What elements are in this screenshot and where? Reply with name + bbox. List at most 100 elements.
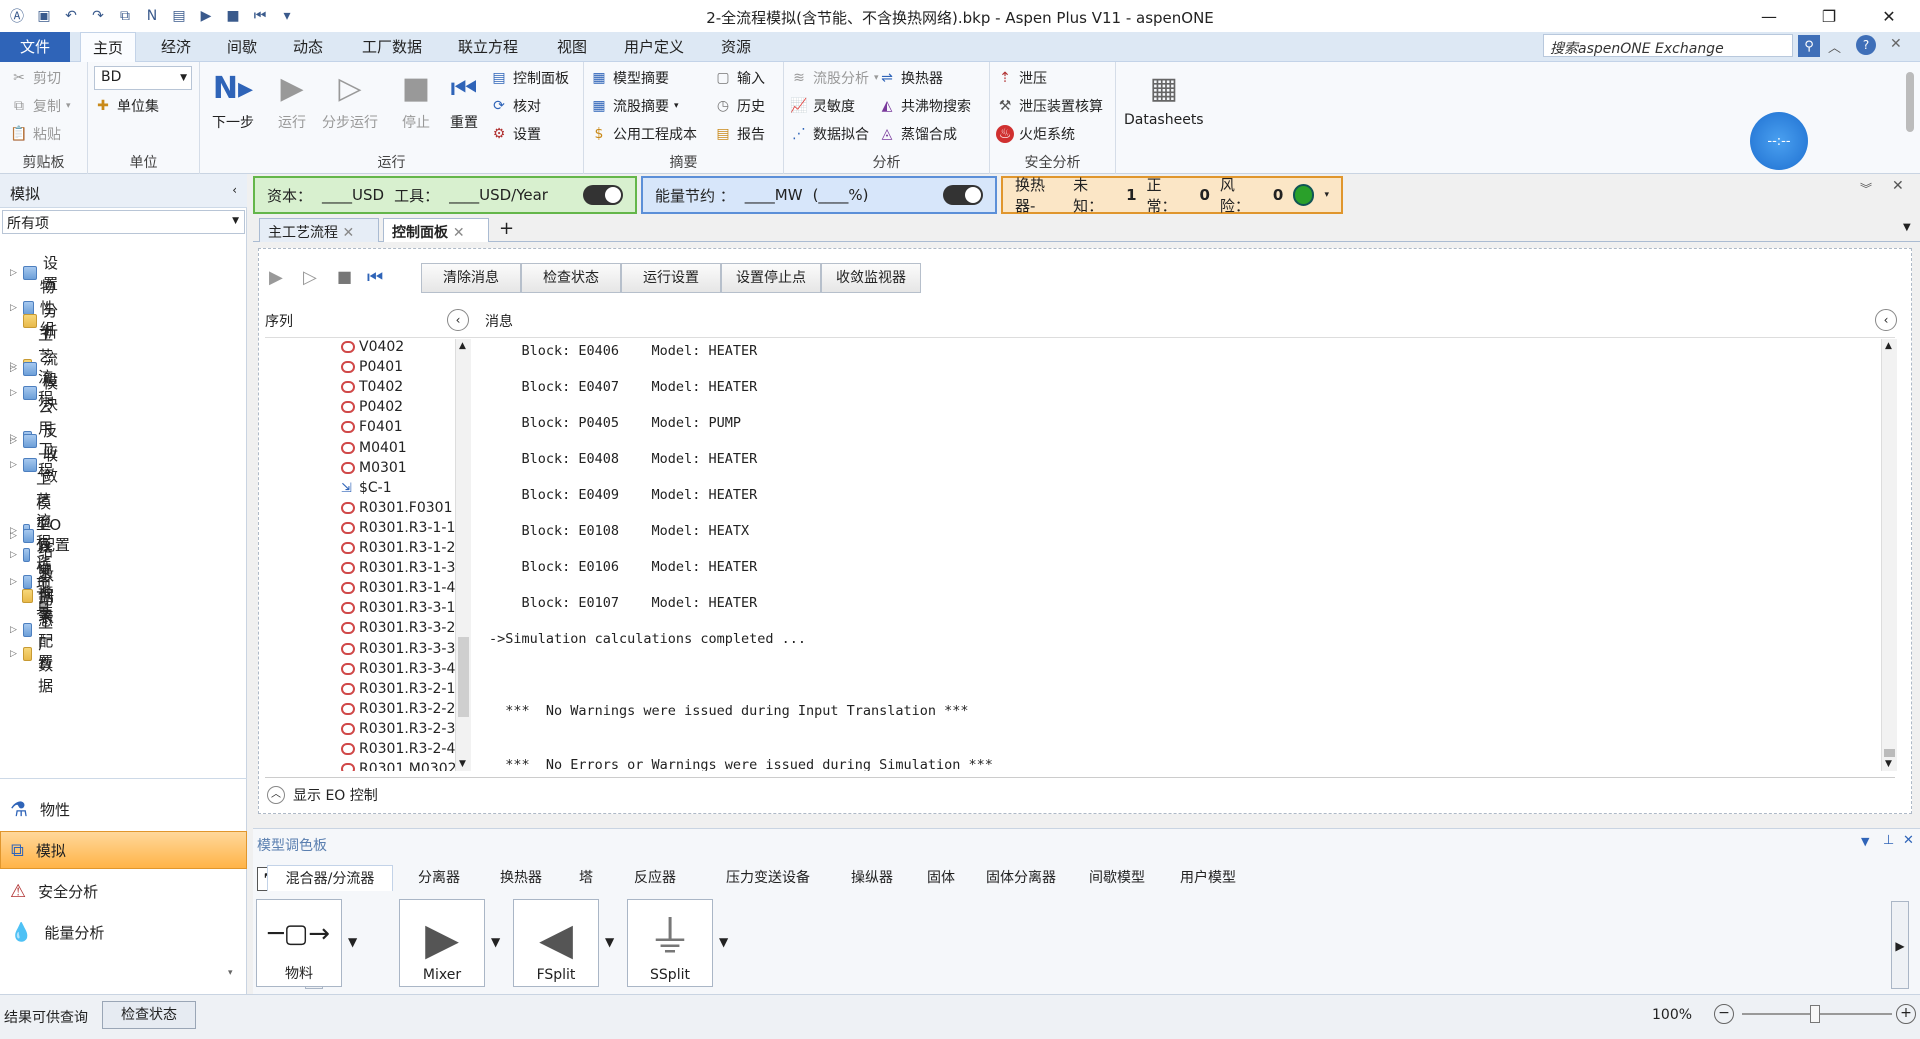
close-button[interactable]: ✕ bbox=[1866, 0, 1912, 32]
palette-tab[interactable]: 换热器 bbox=[485, 865, 557, 891]
stop-icon[interactable]: ■ bbox=[224, 7, 242, 25]
next-icon[interactable]: N bbox=[143, 7, 161, 25]
palette-tab[interactable]: 混合器/分流器 bbox=[267, 865, 393, 891]
sequence-item[interactable]: R0301.R3-3-3 bbox=[341, 641, 455, 657]
nav-properties[interactable]: ⚗ 物性 bbox=[0, 790, 247, 828]
palette-tab[interactable]: 固体 bbox=[919, 865, 963, 891]
tab-main-flowsheet[interactable]: 主工艺流程 ✕ bbox=[259, 218, 379, 242]
redo-icon[interactable]: ↷ bbox=[89, 7, 107, 25]
close-tab-icon[interactable]: ✕ bbox=[342, 225, 354, 241]
palette-menu-icon[interactable]: ▼ bbox=[1861, 835, 1869, 848]
azeotrope-search-button[interactable]: ◭ 共沸物搜索 bbox=[878, 96, 971, 116]
collapse-ribbon-icon[interactable]: ︿ bbox=[1828, 37, 1841, 56]
stream-table-icon[interactable]: ▤ bbox=[170, 7, 188, 25]
help-icon[interactable]: ? bbox=[1856, 35, 1876, 55]
nav-energy-analysis[interactable]: 💧 能量分析 bbox=[0, 913, 247, 951]
control-panel-button[interactable]: ▤ 控制面板 bbox=[490, 68, 569, 88]
sequence-item[interactable]: R0301.R3-3-1 bbox=[341, 600, 455, 616]
palette-tab[interactable]: 用户模型 bbox=[1169, 865, 1247, 891]
nav-simulation[interactable]: ⧉ 模拟 bbox=[0, 831, 247, 869]
history-button[interactable]: ◷ 历史 bbox=[714, 96, 765, 116]
aspen-logo-icon[interactable]: Ⓐ bbox=[8, 7, 26, 25]
data-fit-button[interactable]: ⋰ 数据拟合 bbox=[790, 124, 869, 144]
convergence-monitor-button[interactable]: 收敛监视器 bbox=[821, 263, 921, 293]
tab-file[interactable]: 文件 bbox=[0, 32, 70, 62]
minimize-button[interactable]: — bbox=[1746, 0, 1792, 32]
report-button[interactable]: ▤ 报告 bbox=[714, 124, 765, 144]
palette-item-material[interactable]: ─▢→ 物料 bbox=[256, 899, 342, 987]
tab-dynamics[interactable]: 动态 bbox=[280, 32, 336, 62]
sequence-item[interactable]: T0402 bbox=[341, 379, 403, 395]
distillation-synthesis-button[interactable]: ◬ 蒸馏合成 bbox=[878, 124, 957, 144]
utility-cost-button[interactable]: $ 公用工程成本 bbox=[590, 124, 697, 144]
sequence-item[interactable]: R0301.R3-1-3 bbox=[341, 560, 455, 576]
palette-tab[interactable]: 操纵器 bbox=[841, 865, 903, 891]
flowsheet-icon[interactable]: ⧉ bbox=[116, 7, 134, 25]
sequence-item[interactable]: R0301.M0302 bbox=[341, 761, 457, 771]
heat-exchanger-button[interactable]: ⇌ 换热器 bbox=[878, 68, 943, 88]
sequence-item[interactable]: R0301.R3-1-2 bbox=[341, 540, 455, 556]
close-ribbon-icon[interactable]: ✕ bbox=[1890, 36, 1902, 52]
tab-plant-data[interactable]: 工厂数据 bbox=[352, 32, 432, 62]
sequence-item[interactable]: R0301.R3-2-1 bbox=[341, 681, 455, 697]
sequence-item[interactable]: M0401 bbox=[341, 440, 407, 456]
sequence-item[interactable]: M0301 bbox=[341, 460, 407, 476]
stream-summary-button[interactable]: ▦ 流股摘要 ▾ bbox=[590, 96, 678, 116]
undo-icon[interactable]: ↶ bbox=[62, 7, 80, 25]
restore-button[interactable]: ❐ bbox=[1806, 0, 1852, 32]
unit-select[interactable]: BD ▼ bbox=[94, 66, 192, 90]
search-icon[interactable]: ⚲ bbox=[1798, 35, 1820, 57]
next-button[interactable]: N▸ 下一步 bbox=[212, 68, 254, 132]
mixer-dropdown-icon[interactable]: ▼ bbox=[491, 935, 500, 949]
tab-equation-oriented[interactable]: 联立方程 bbox=[448, 32, 528, 62]
flare-system-button[interactable]: ♨ 火炬系统 bbox=[996, 124, 1075, 144]
expand-icon[interactable]: ▷ bbox=[10, 649, 17, 659]
show-eo-control-toggle[interactable]: ︿ 显示 EO 控制 bbox=[267, 785, 378, 805]
palette-tab[interactable]: 间歇模型 bbox=[1077, 865, 1157, 891]
more-nav-icon[interactable]: ▾ bbox=[228, 968, 233, 978]
energy-toggle[interactable] bbox=[943, 185, 983, 205]
clear-messages-button[interactable]: 清除消息 bbox=[421, 263, 521, 293]
ribbon-scrollbar[interactable] bbox=[1906, 72, 1914, 132]
check-button[interactable]: ⟳ 核对 bbox=[490, 96, 541, 116]
sequence-item[interactable]: R0301.R3-1-4 bbox=[341, 580, 455, 596]
check-status-button[interactable]: 检查状态 bbox=[521, 263, 621, 293]
palette-scroll-right[interactable]: ▶ bbox=[1891, 901, 1909, 989]
sensitivity-button[interactable]: 📈 灵敏度 bbox=[790, 96, 855, 116]
palette-tab[interactable]: 塔 bbox=[569, 865, 603, 891]
palette-tab[interactable]: 压力变送设备 bbox=[707, 865, 829, 891]
reset-button[interactable]: ⏮ 重置 bbox=[444, 68, 484, 132]
sequence-item[interactable]: R0301.R3-1-1 bbox=[341, 520, 455, 536]
sequence-item[interactable]: P0401 bbox=[341, 359, 403, 375]
zoom-thumb[interactable] bbox=[1810, 1005, 1820, 1023]
tab-list-icon[interactable]: ▼ bbox=[1903, 222, 1911, 233]
ssplit-dropdown-icon[interactable]: ▼ bbox=[719, 935, 728, 949]
sequence-item[interactable]: P0402 bbox=[341, 399, 403, 415]
sequence-item[interactable]: F0401 bbox=[341, 419, 403, 435]
set-breakpoint-button[interactable]: 设置停止点 bbox=[721, 263, 821, 293]
tab-control-panel[interactable]: 控制面板 ✕ bbox=[383, 218, 489, 242]
collapse-messages-icon[interactable]: ‹ bbox=[1875, 309, 1897, 331]
tab-economics[interactable]: 经济 bbox=[148, 32, 204, 62]
tab-view[interactable]: 视图 bbox=[544, 32, 600, 62]
filter-select[interactable]: 所有项 ▼ bbox=[2, 210, 245, 234]
sequence-item[interactable]: R0301.R3-3-4 bbox=[341, 661, 455, 677]
save-icon[interactable]: ▣ bbox=[35, 7, 53, 25]
sequence-scrollbar[interactable]: ▲ ▼ bbox=[455, 339, 471, 771]
palette-tab[interactable]: 固体分离器 bbox=[975, 865, 1067, 891]
search-input[interactable]: 搜索aspenONE Exchange bbox=[1543, 34, 1793, 57]
zoom-in-button[interactable]: + bbox=[1896, 1004, 1916, 1024]
reset-icon[interactable]: ⏮ bbox=[367, 267, 383, 288]
status-ok-icon[interactable] bbox=[1293, 184, 1315, 206]
step-run-button[interactable]: ▷ 分步运行 bbox=[322, 68, 378, 132]
stop-icon[interactable]: ■ bbox=[337, 267, 352, 286]
step-icon[interactable]: ▷ bbox=[303, 267, 317, 288]
datasheets-button[interactable]: ▦ Datasheets bbox=[1124, 68, 1204, 129]
expand-icon[interactable]: ▷ bbox=[10, 531, 17, 541]
sequence-item[interactable]: R0301.R3-2-3 bbox=[341, 721, 455, 737]
sequence-item[interactable]: R0301.R3-2-2 bbox=[341, 701, 455, 717]
timer-badge[interactable]: --:-- bbox=[1750, 112, 1808, 170]
relief-sizing-button[interactable]: ⚒ 泄压装置核算 bbox=[996, 96, 1103, 116]
sequence-item[interactable]: ⇲ $C-1 bbox=[341, 480, 392, 496]
paste-button[interactable]: 📋 粘贴 bbox=[10, 124, 61, 144]
